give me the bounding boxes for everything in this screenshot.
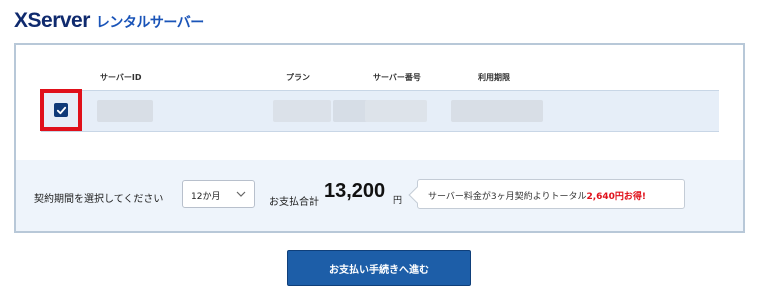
contract-summary-bar: 契約期間を選択してください 12か月 お支払合計 13,200 円 サーバー料金… xyxy=(16,160,743,231)
column-header-server-id: サーバーID xyxy=(100,73,142,82)
column-header-plan: プラン xyxy=(286,73,310,82)
total-label: お支払合計 xyxy=(269,197,319,208)
callout-pointer xyxy=(408,186,426,204)
redacted-plan xyxy=(273,100,331,122)
column-header-expiry: 利用期限 xyxy=(478,73,510,82)
redacted-expiry xyxy=(451,100,543,122)
chevron-down-icon xyxy=(236,191,246,197)
table-row[interactable] xyxy=(41,90,719,132)
redacted-server-number xyxy=(365,100,427,122)
column-header-server-number: サーバー番号 xyxy=(373,73,421,82)
total-unit: 円 xyxy=(393,196,403,206)
checkbox-highlight-box xyxy=(40,89,82,131)
savings-callout: サーバー料金が3ヶ月契約よりトータル2,640円お得! xyxy=(408,179,685,209)
savings-amount: 2,640円お得! xyxy=(586,192,647,202)
logo-brand-name: XServer xyxy=(14,9,90,32)
period-select[interactable]: 12か月 xyxy=(182,180,255,208)
period-label: 契約期間を選択してください xyxy=(34,194,164,205)
proceed-to-payment-button[interactable]: お支払い手続きへ進む xyxy=(287,250,471,286)
period-select-value: 12か月 xyxy=(191,192,221,202)
logo-subtitle: レンタルサーバー xyxy=(95,15,204,31)
total-amount: 13,200 xyxy=(324,180,386,202)
savings-text: サーバー料金が3ヶ月契約よりトータル2,640円お得! xyxy=(428,189,646,202)
redacted-server-id xyxy=(97,100,153,122)
server-selection-panel: サーバーID プラン サーバー番号 利用期限 契約期間を選択してください 12か… xyxy=(14,43,745,233)
xserver-logo: XServer レンタルサーバー xyxy=(14,9,204,33)
savings-description: サーバー料金が3ヶ月契約よりトータル xyxy=(428,192,587,202)
